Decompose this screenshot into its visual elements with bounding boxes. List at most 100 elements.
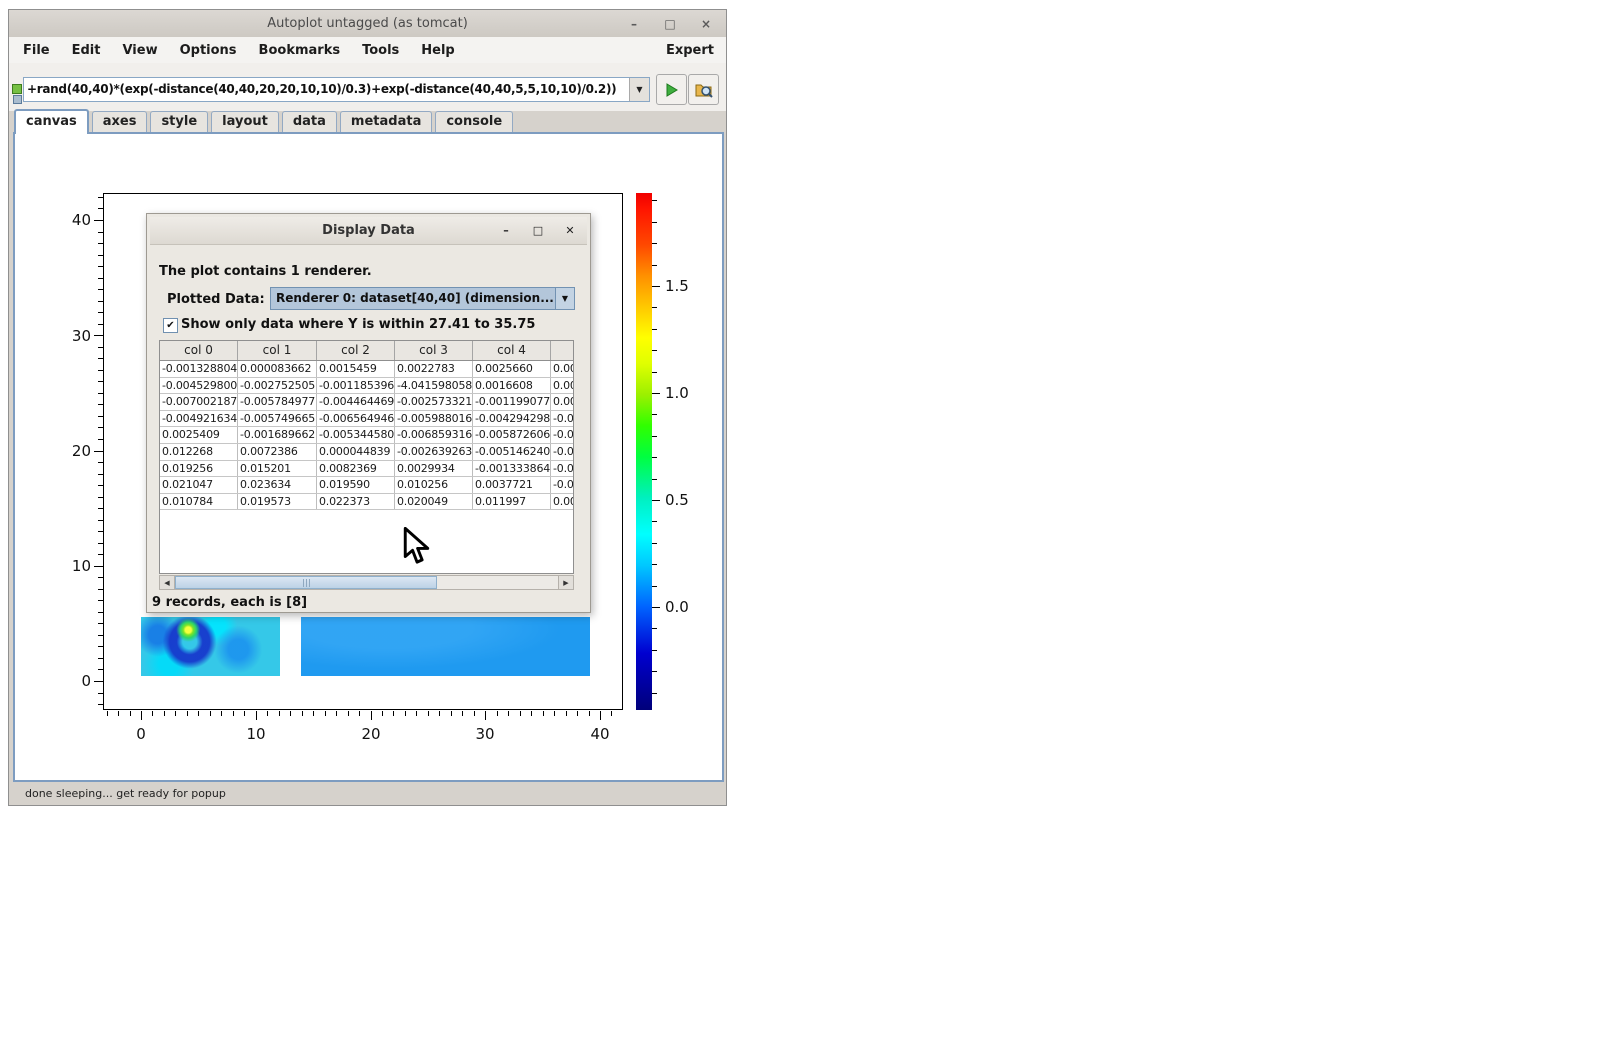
table-row[interactable]: 0.0025409-0.001689662...-0.005344580...-…	[160, 427, 573, 444]
table-cell: -0.002752505...	[238, 378, 317, 394]
filter-checkbox[interactable]: ✔	[163, 318, 178, 333]
axis-tick	[256, 711, 257, 720]
menu-item-help[interactable]: Help	[410, 43, 465, 58]
scrollbar-track[interactable]	[175, 576, 558, 589]
folder-magnifier-icon	[695, 81, 713, 99]
uri-dropdown-icon[interactable]: ▼	[629, 78, 649, 101]
axis-tick	[98, 497, 103, 498]
tab-style[interactable]: style	[150, 111, 208, 132]
table-row[interactable]: -0.004529800...-0.002752505...-0.0011853…	[160, 378, 573, 395]
close-icon[interactable]: ×	[698, 17, 714, 31]
horizontal-scrollbar[interactable]: ◀ ▶	[159, 575, 574, 590]
table-cell: -0.001185396...	[317, 378, 395, 394]
expert-toggle[interactable]: Expert	[666, 43, 726, 58]
inspect-uri-button[interactable]	[688, 74, 719, 105]
table-cell: 0.000044839	[317, 444, 395, 460]
axis-tick	[652, 350, 657, 351]
tab-canvas[interactable]: canvas	[14, 109, 89, 134]
table-cell: -0.0	[551, 444, 574, 460]
axis-tick	[164, 711, 165, 716]
axis-tick	[497, 711, 498, 716]
axis-tick	[652, 286, 660, 287]
axis-tick	[98, 266, 103, 267]
axis-tick	[267, 711, 268, 716]
menu-item-file[interactable]: File	[12, 43, 61, 58]
axis-tick	[198, 711, 199, 716]
table-cell: 0.020049	[395, 494, 473, 510]
x-tick-label: 10	[239, 725, 273, 743]
display-data-dialog: Display Data – □ ✕ The plot contains 1 r…	[146, 213, 591, 613]
dialog-close-icon[interactable]: ✕	[563, 224, 577, 237]
tab-layout[interactable]: layout	[211, 111, 279, 132]
x-tick-label: 0	[124, 725, 158, 743]
scrollbar-thumb[interactable]	[175, 576, 437, 589]
window-titlebar[interactable]: Autoplot untagged (as tomcat) – □ ×	[9, 10, 726, 38]
x-tick-label: 20	[354, 725, 388, 743]
axis-tick	[652, 414, 657, 415]
axis-tick	[98, 358, 103, 359]
plotted-data-label: Plotted Data:	[167, 292, 265, 307]
layout-indicator-icon[interactable]	[13, 95, 22, 104]
axis-tick	[98, 693, 103, 694]
colorbar-tick-label: 1.5	[665, 277, 689, 295]
status-message: done sleeping... get ready for popup	[9, 787, 226, 800]
axis-tick	[336, 711, 337, 716]
axis-tick	[175, 711, 176, 716]
tab-console[interactable]: console	[435, 111, 513, 132]
combo-dropdown-icon[interactable]: ▼	[555, 288, 574, 309]
menu-item-bookmarks[interactable]: Bookmarks	[248, 43, 352, 58]
table-row[interactable]: -0.004921634...-0.005749665...-0.0065649…	[160, 411, 573, 428]
table-cell: -0.007002187...	[160, 394, 238, 410]
axis-tick	[652, 521, 657, 522]
spectrogram-strip-right	[301, 617, 590, 676]
axis-tick	[210, 711, 211, 716]
table-row[interactable]: 0.0122680.00723860.000044839-0.002639263…	[160, 444, 573, 461]
table-row[interactable]: -0.007002187...-0.005784977...-0.0044644…	[160, 394, 573, 411]
go-button[interactable]	[656, 74, 687, 105]
axis-tick	[233, 711, 234, 716]
table-cell: -0.0	[551, 477, 574, 493]
tab-metadata[interactable]: metadata	[340, 111, 432, 132]
menu-item-edit[interactable]: Edit	[61, 43, 112, 58]
checkmark-icon: ✔	[166, 319, 174, 332]
dialog-minimize-icon[interactable]: –	[499, 224, 513, 237]
menu-item-options[interactable]: Options	[169, 43, 248, 58]
axis-tick	[313, 711, 314, 716]
uri-combobox[interactable]: +rand(40,40)*(exp(-distance(40,40,20,20,…	[23, 77, 650, 102]
scroll-left-icon[interactable]: ◀	[160, 576, 175, 589]
table-row[interactable]: 0.0107840.0195730.0223730.0200490.011997…	[160, 494, 573, 511]
axis-tick	[98, 381, 103, 382]
plotted-data-combobox[interactable]: Renderer 0: dataset[40,40] (dimension...…	[270, 287, 575, 310]
tab-data[interactable]: data	[282, 111, 337, 132]
axis-tick	[187, 711, 188, 716]
maximize-icon[interactable]: □	[662, 17, 678, 31]
table-cell: -0.001328804...	[160, 361, 238, 377]
axis-tick	[98, 232, 103, 233]
table-row[interactable]: 0.0192560.0152010.00823690.0029934-0.001…	[160, 461, 573, 478]
axis-tick	[652, 243, 657, 244]
table-cell: 0.010784	[160, 494, 238, 510]
menu-item-view[interactable]: View	[111, 43, 168, 58]
table-cell: -0.004464469...	[317, 394, 395, 410]
dialog-maximize-icon[interactable]: □	[531, 224, 545, 237]
axis-tick	[94, 220, 103, 221]
records-summary: 9 records, each is [8]	[152, 595, 307, 610]
axis-tick	[98, 370, 103, 371]
window-controls: – □ ×	[626, 10, 714, 37]
dialog-controls: – □ ✕	[499, 217, 577, 244]
table-row[interactable]: 0.0210470.0236340.0195900.0102560.003772…	[160, 477, 573, 494]
menu-item-tools[interactable]: Tools	[351, 43, 410, 58]
tab-axes[interactable]: axes	[92, 111, 148, 132]
scroll-right-icon[interactable]: ▶	[558, 576, 573, 589]
dialog-titlebar[interactable]: Display Data – □ ✕	[150, 217, 587, 245]
y-tick-label: 0	[57, 672, 91, 690]
plot-indicator-icon[interactable]	[12, 84, 22, 94]
minimize-icon[interactable]: –	[626, 17, 642, 31]
table-row[interactable]: -0.001328804...0.0000836620.00154590.002…	[160, 361, 573, 378]
axis-tick	[290, 711, 291, 716]
axis-tick	[98, 635, 103, 636]
axis-tick	[652, 564, 657, 565]
uri-input[interactable]: +rand(40,40)*(exp(-distance(40,40,20,20,…	[24, 78, 629, 101]
x-tick-label: 40	[583, 725, 617, 743]
data-table[interactable]: col 0col 1col 2col 3col 4 -0.001328804..…	[159, 340, 574, 574]
